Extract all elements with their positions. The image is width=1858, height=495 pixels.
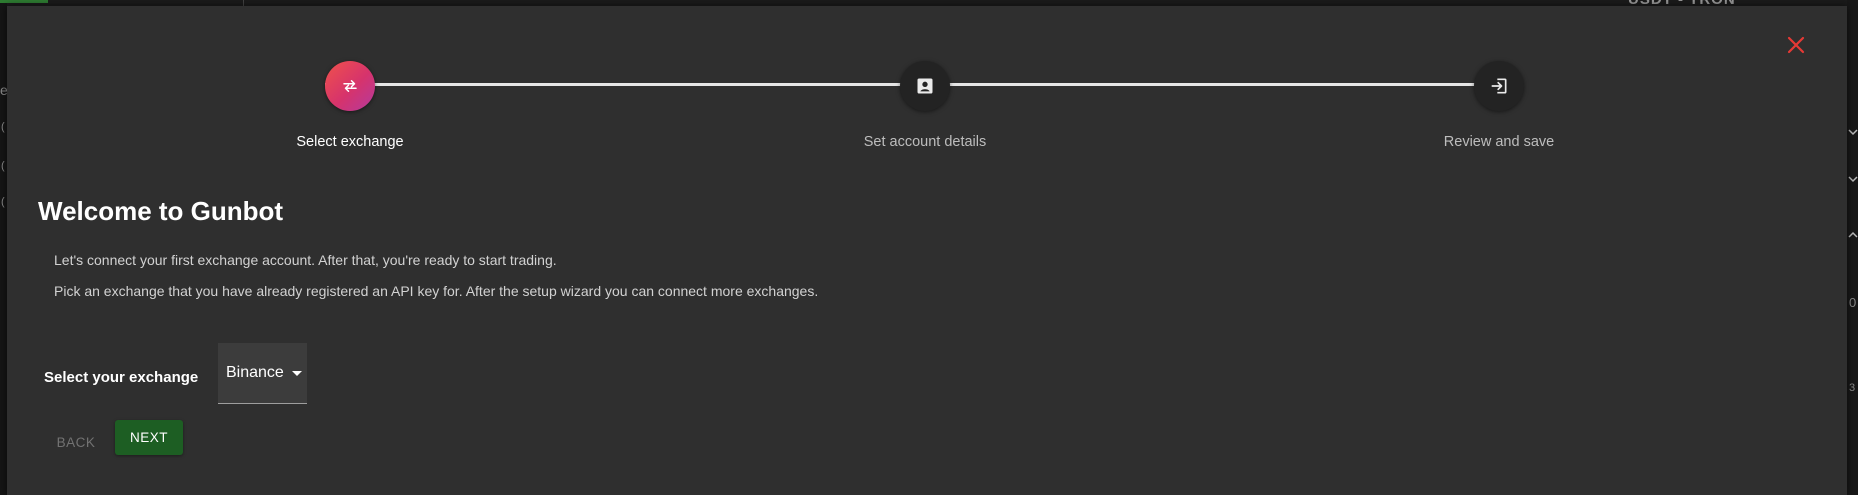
intro-text: Let's connect your first exchange accoun… — [54, 252, 557, 268]
step-account-details[interactable] — [900, 61, 950, 111]
instruction-text: Pick an exchange that you have already r… — [54, 283, 819, 299]
background-fragment: ( — [1, 160, 5, 172]
background-fragment: ( — [1, 196, 5, 208]
exchange-select-label: Select your exchange — [44, 369, 199, 386]
login-icon — [1491, 78, 1507, 94]
next-button[interactable]: NEXT — [115, 420, 183, 455]
step-connector — [325, 83, 915, 86]
step-label-account-details: Set account details — [863, 134, 987, 150]
step-select-exchange[interactable] — [325, 61, 375, 111]
back-button[interactable]: BACK — [44, 424, 108, 460]
step-label-select-exchange: Select exchange — [296, 134, 404, 150]
exchange-select[interactable]: Binance — [218, 343, 307, 404]
account-box-icon — [917, 78, 933, 94]
arrow-drop-down-icon — [291, 370, 302, 376]
exchange-select-value: Binance — [226, 364, 284, 381]
background-tab-indicator — [0, 0, 48, 3]
background-right-panel: 0 3 — [1847, 0, 1858, 495]
background-fragment: ( — [1, 121, 5, 133]
swap-horiz-icon — [343, 80, 357, 92]
page-title: Welcome to Gunbot — [38, 196, 284, 226]
step-review-save[interactable] — [1474, 61, 1524, 111]
background-fragment: 3 — [1849, 382, 1856, 394]
setup-wizard-dialog: Select exchange Set account details Revi… — [7, 6, 1847, 495]
background-chevrons — [1848, 129, 1858, 238]
step-connector — [915, 83, 1490, 86]
background-fragment: 0 — [1849, 295, 1857, 310]
background-left-panel — [0, 0, 7, 495]
wizard-stepper: Select exchange Set account details Revi… — [7, 6, 1847, 156]
step-label-review-save: Review and save — [1443, 134, 1555, 150]
